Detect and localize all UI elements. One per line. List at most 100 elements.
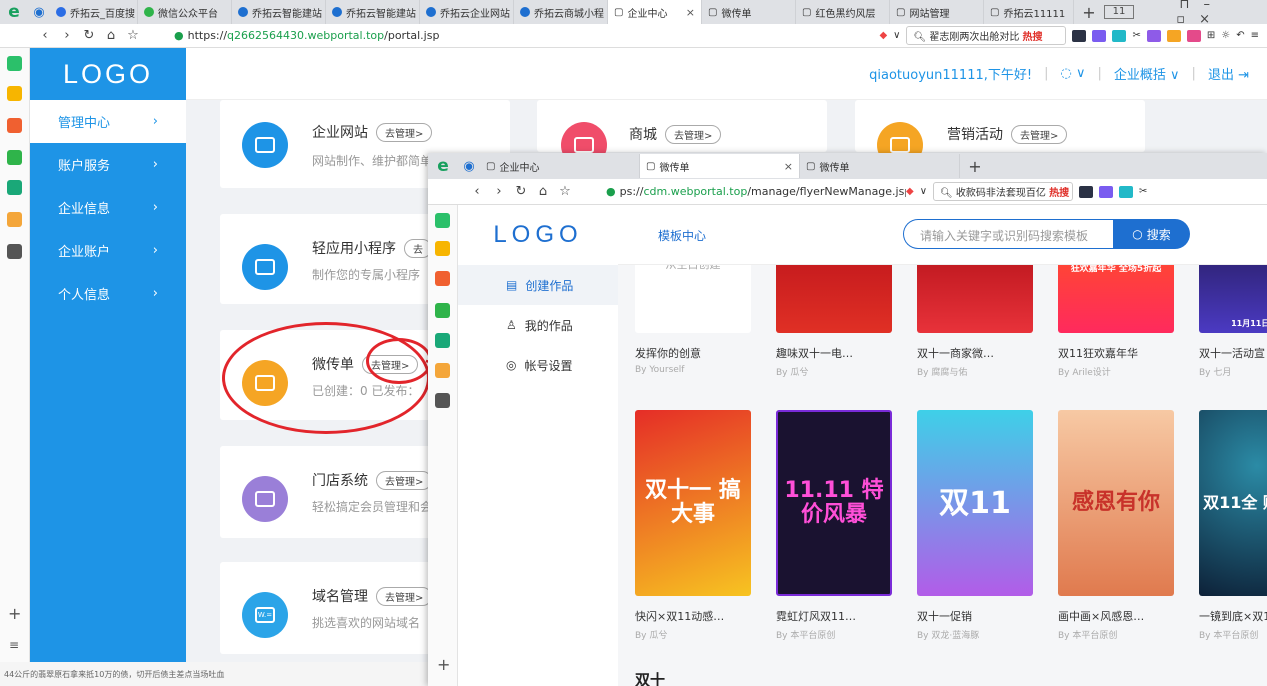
panda-icon[interactable] (435, 393, 450, 408)
template-card[interactable]: 11.11 特价风暴 霓虹灯风双11… By 本平台原创 (776, 410, 892, 641)
tab[interactable]: ▢ 红色黑约风层 (796, 0, 890, 24)
tab[interactable]: 乔拓云智能建站 (326, 0, 420, 24)
sidebar-item-account-service[interactable]: 账户服务 › (30, 143, 186, 186)
close-icon[interactable]: × (686, 6, 695, 19)
manage-button[interactable]: 去管理> (665, 125, 722, 144)
overview-menu[interactable]: 企业概括 ∨ (1114, 64, 1180, 83)
star-icon[interactable] (435, 241, 450, 256)
browser-logo-icon[interactable]: e (428, 156, 458, 176)
new-tab-icon[interactable]: + (1074, 3, 1104, 22)
template-card[interactable]: 趣味双十一电… By 瓜兮 (776, 265, 892, 378)
tab[interactable]: 乔拓云智能建站 (232, 0, 326, 24)
template-card[interactable]: 从空白创建 发挥你的创意 By Yourself (635, 265, 751, 375)
card-mall[interactable]: 商城 去管理> (537, 100, 827, 168)
toolbar-icon[interactable] (1166, 29, 1181, 42)
extension-icon[interactable]: ◆ (879, 30, 887, 41)
star-icon[interactable] (7, 86, 22, 101)
back-icon[interactable]: ‹ (466, 184, 488, 199)
menu-account[interactable]: ◎ 帐号设置 (458, 345, 618, 385)
tab[interactable]: ▢ 乔拓云11111 (984, 0, 1074, 24)
toolbar-icon[interactable] (1099, 185, 1114, 198)
toolbar-icon[interactable] (1079, 185, 1094, 198)
template-card[interactable]: 双十一商家微… By 腐腐与佑 (917, 265, 1033, 378)
tab[interactable]: ▢ 网站管理 (890, 0, 984, 24)
list-icon[interactable]: ≡ (9, 638, 19, 652)
star-icon[interactable]: ☆ (554, 184, 576, 199)
back-icon[interactable]: ‹ (34, 28, 56, 43)
panda-icon[interactable] (7, 244, 22, 259)
tab[interactable]: ▢ 微传单 (702, 0, 796, 24)
nav-template-center[interactable]: 模板中心 (658, 227, 706, 244)
template-card[interactable]: 感恩有你 画中画×风感恩… By 本平台原创 (1058, 410, 1174, 641)
toolbar-icon[interactable] (1119, 185, 1134, 198)
sidebar-app-icon[interactable] (435, 213, 450, 228)
dropdown-icon[interactable]: ∨ (893, 30, 900, 41)
url-field[interactable]: ● ps://cdm.webportal.top/manage/flyerNewM… (606, 185, 906, 198)
home-icon[interactable]: ⌂ (532, 184, 554, 199)
template-card[interactable]: 双11全 购物狂 一镜到底×双1 By 本平台原创 (1199, 410, 1267, 641)
tab[interactable]: ▢ 企业中心 (480, 154, 640, 178)
mail-icon[interactable] (7, 150, 22, 165)
window-controls[interactable]: ⊓–▫× (1134, 0, 1224, 27)
toolbar-icon[interactable] (1092, 29, 1107, 42)
undo-icon[interactable]: ↶ (1236, 30, 1244, 41)
home-icon[interactable]: ⌂ (100, 28, 122, 43)
tab[interactable]: ▢ 微传单 (800, 154, 960, 178)
scissors-icon[interactable]: ✂ (1139, 186, 1147, 197)
tab[interactable]: 乔拓云_百度搜 (50, 0, 138, 24)
logout-link[interactable]: 退出 ⇥ (1208, 64, 1249, 83)
manage-button[interactable]: 去管理> (376, 587, 433, 606)
manage-button[interactable]: 去管理> (1011, 125, 1068, 144)
sun-icon[interactable]: ☼ (1221, 30, 1230, 41)
extension-icon[interactable]: ◆ (906, 186, 914, 197)
mail-icon[interactable] (435, 303, 450, 318)
scissors-icon[interactable]: ✂ (1132, 30, 1140, 41)
template-card[interactable]: 狂欢嘉年华 全场5折起 双11狂欢嘉年华 By Arile设计 (1058, 265, 1174, 378)
tab[interactable]: 微信公众平台 (138, 0, 232, 24)
nav-icon[interactable]: ◉ (28, 5, 50, 20)
browser-search-box[interactable]: 🔍︎ 翟志刚两次出舱对比 热搜 (906, 26, 1067, 45)
cloud-icon[interactable] (7, 180, 22, 195)
weibo-icon[interactable] (435, 271, 450, 286)
sidebar-item-personal-info[interactable]: 个人信息 › (30, 272, 186, 315)
card-marketing[interactable]: 营销活动 去管理> (855, 100, 1145, 168)
menu-icon[interactable]: ≡ (1251, 30, 1259, 41)
sidebar-item-company-account[interactable]: 企业账户 › (30, 229, 186, 272)
toolbar-icon[interactable] (1186, 29, 1201, 42)
grid-icon[interactable]: ⊞ (1207, 30, 1215, 41)
game-icon[interactable] (435, 363, 450, 378)
new-tab-icon[interactable]: + (960, 157, 990, 176)
menu-my-works[interactable]: ♙ 我的作品 (458, 305, 618, 345)
dropdown-icon[interactable]: ∨ (920, 186, 927, 197)
logo[interactable]: LOGO (30, 48, 186, 100)
tab[interactable]: 乔拓云企业网站 (420, 0, 514, 24)
add-icon[interactable]: + (437, 655, 450, 674)
game-icon[interactable] (7, 212, 22, 227)
weibo-icon[interactable] (7, 118, 22, 133)
refresh-icon[interactable]: ↻ (78, 28, 100, 43)
close-icon[interactable]: × (784, 160, 793, 173)
inner-logo[interactable]: LOGO (458, 205, 618, 265)
tab-active[interactable]: ▢ 微传单 × (640, 154, 800, 178)
sidebar-app-icon[interactable] (7, 56, 22, 71)
cloud-icon[interactable] (435, 333, 450, 348)
toolbar-icon[interactable] (1112, 29, 1127, 42)
toolbar-icon[interactable] (1146, 29, 1161, 42)
nav-icon[interactable]: ◉ (458, 159, 480, 174)
manage-button[interactable]: 去管理> (376, 471, 433, 490)
search-button[interactable]: ○ 搜索 (1113, 219, 1190, 249)
template-search-input[interactable]: 请输入关键字或识别码搜索模板 (903, 219, 1113, 249)
forward-icon[interactable]: › (56, 28, 78, 43)
template-card[interactable]: 双十一 搞大事 快闪×双11动感… By 瓜兮 (635, 410, 751, 641)
tab-count[interactable]: 11 (1104, 5, 1134, 19)
manage-button[interactable]: 去管理> (376, 123, 433, 142)
tab-active[interactable]: ▢ 企业中心 × (608, 0, 702, 24)
url-field[interactable]: ● https://q2662564430.webportal.top/porta… (174, 29, 694, 42)
template-card[interactable]: 11月11日0点 双十一活动宣 By 七月 (1199, 265, 1267, 378)
sidebar-item-management[interactable]: 管理中心 › (30, 100, 186, 143)
message-icon[interactable]: ◌ ∨ (1060, 66, 1085, 81)
add-icon[interactable]: + (8, 604, 21, 623)
browser-search-box[interactable]: 🔍︎ 收款码非法套现百亿 热搜 (933, 182, 1074, 201)
tab[interactable]: 乔拓云商城小程 (514, 0, 608, 24)
toolbar-icon[interactable] (1072, 29, 1087, 42)
